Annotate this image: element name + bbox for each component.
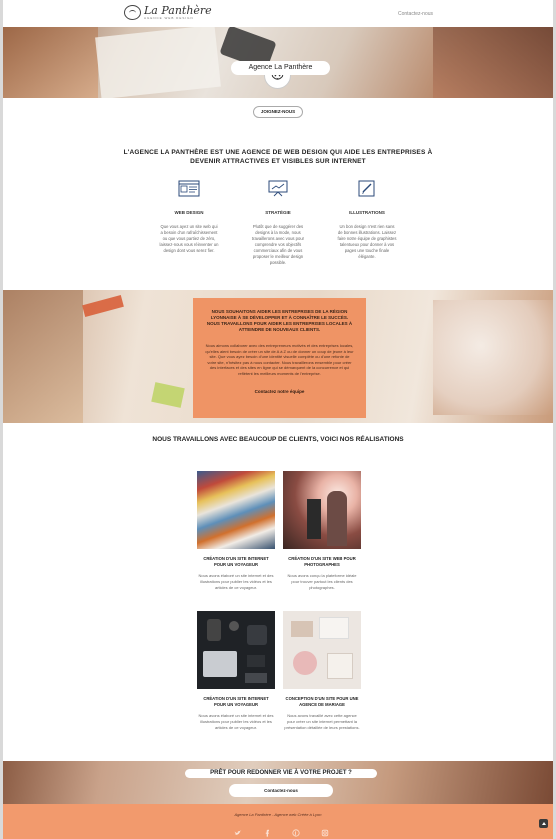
portfolio-caption: CRÉATION D'UN SITE INTERNET POUR UN VOYA…	[203, 556, 269, 567]
portfolio-caption: CRÉATION D'UN SITE WEB POUR PHOTOGRAPHES	[288, 556, 356, 567]
portfolio-thumbnail-magazines	[197, 471, 275, 549]
mission-title: NOUS SOUHAITONS AIDER LES ENTREPRISES DE…	[206, 309, 353, 332]
contact-team-link[interactable]: Contactez notre équipe	[205, 389, 354, 394]
service-web-design: WEB DESIGN Que vous ayez un site web qui…	[159, 180, 219, 266]
portfolio-title: NOUS TRAVAILLONS AVEC BEAUCOUP DE CLIENT…	[152, 436, 404, 443]
contact-us-button[interactable]: Contactez-nous	[229, 784, 333, 797]
bottom-cta-title: PRÊT POUR REDONNER VIE À VOTRE PROJET ?	[185, 769, 377, 778]
pinterest-icon[interactable]	[292, 824, 300, 837]
logo-tagline: agence web design	[144, 16, 194, 20]
twitter-icon[interactable]	[234, 824, 242, 835]
portfolio-thumbnail-travel-gear	[197, 611, 275, 689]
logo-name: La Panthère	[144, 4, 212, 17]
mission-band: NOUS SOUHAITONS AIDER LES ENTREPRISES DE…	[3, 290, 553, 423]
panther-logo-icon	[124, 5, 141, 20]
portfolio-caption: CRÉATION D'UN SITE INTERNET POUR UN VOYA…	[203, 696, 269, 707]
portfolio-card[interactable]: CRÉATION D'UN SITE INTERNET POUR UN VOYA…	[197, 471, 275, 591]
bottom-cta-banner: PRÊT POUR REDONNER VIE À VOTRE PROJET ? …	[3, 761, 553, 804]
scroll-to-top-button[interactable]	[539, 819, 548, 828]
portfolio-description: Nous avons conçu la plateforme idéale po…	[287, 573, 357, 590]
portfolio-card[interactable]: CRÉATION D'UN SITE WEB POUR PHOTOGRAPHES…	[283, 471, 361, 591]
portfolio-description: Nous avons travaillé avec cette agence p…	[284, 713, 360, 730]
web-design-icon	[178, 180, 200, 197]
service-title: WEB DESIGN	[174, 210, 204, 215]
intro-section: L'AGENCE LA PANTHÈRE EST UNE AGENCE DE W…	[3, 126, 553, 313]
service-text: Plutôt que de suggérer des designs à la …	[251, 224, 305, 265]
mission-card: NOUS SOUHAITONS AIDER LES ENTREPRISES DE…	[193, 298, 366, 418]
portfolio-thumbnail-photographer	[283, 471, 361, 549]
service-title: STRATÉGIE	[265, 210, 291, 215]
join-us-button[interactable]: JOIGNEZ-NOUS	[253, 106, 303, 118]
social-links	[234, 824, 329, 837]
portfolio-description: Nous avons élaboré un site internet et d…	[198, 573, 274, 590]
intro-headline: L'AGENCE LA PANTHÈRE EST UNE AGENCE DE W…	[123, 149, 433, 165]
portfolio-description: Nous avons élaboré un site internet et d…	[198, 713, 274, 730]
top-navbar: La Panthère agence web design Contactez-…	[3, 0, 553, 27]
mission-text: Nous aimons collaborer avec des entrepre…	[205, 343, 354, 376]
services-list: WEB DESIGN Que vous ayez un site web qui…	[3, 180, 553, 266]
illustration-icon	[358, 180, 375, 197]
service-illustrations: ILLUSTRATIONS Un bon design n'est rien s…	[337, 180, 397, 266]
logo[interactable]: La Panthère agence web design	[124, 5, 212, 20]
service-strategy: STRATÉGIE Plutôt que de suggérer des des…	[248, 180, 308, 266]
footer-copyright: Agence La Panthère - Agence web Créée à …	[234, 812, 322, 817]
service-title: ILLUSTRATIONS	[349, 210, 385, 215]
portfolio-thumbnail-wedding	[283, 611, 361, 689]
facebook-icon[interactable]	[263, 824, 271, 837]
portfolio-card[interactable]: CRÉATION D'UN SITE INTERNET POUR UN VOYA…	[197, 611, 275, 731]
hero-agency-name: Agence La Panthère	[231, 61, 330, 75]
strategy-icon	[268, 180, 288, 197]
portfolio-caption: CONCEPTION D'UN SITE POUR UNE AGENCE DE …	[285, 696, 359, 707]
page: La Panthère agence web design Contactez-…	[3, 0, 553, 839]
instagram-icon[interactable]	[321, 824, 329, 837]
nav-contact-link[interactable]: Contactez-nous	[398, 11, 433, 17]
service-text: Que vous ayez un site web qui a besoin d…	[159, 224, 219, 253]
portfolio-card[interactable]: CONCEPTION D'UN SITE POUR UNE AGENCE DE …	[283, 611, 361, 731]
service-text: Un bon design n'est rien sans de bonnes …	[337, 224, 397, 259]
footer: Agence La Panthère - Agence web Créée à …	[3, 804, 553, 839]
